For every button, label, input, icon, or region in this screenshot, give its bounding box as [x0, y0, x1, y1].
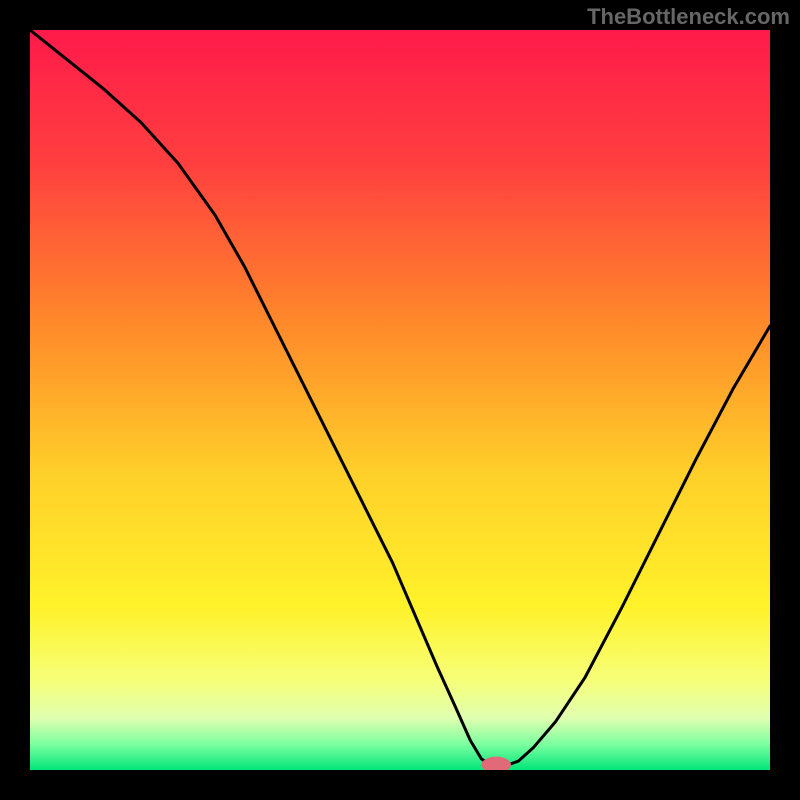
plot-area [30, 30, 770, 770]
chart-svg [30, 30, 770, 770]
chart-frame: TheBottleneck.com [0, 0, 800, 800]
gradient-background [30, 30, 770, 770]
watermark-text: TheBottleneck.com [587, 4, 790, 30]
